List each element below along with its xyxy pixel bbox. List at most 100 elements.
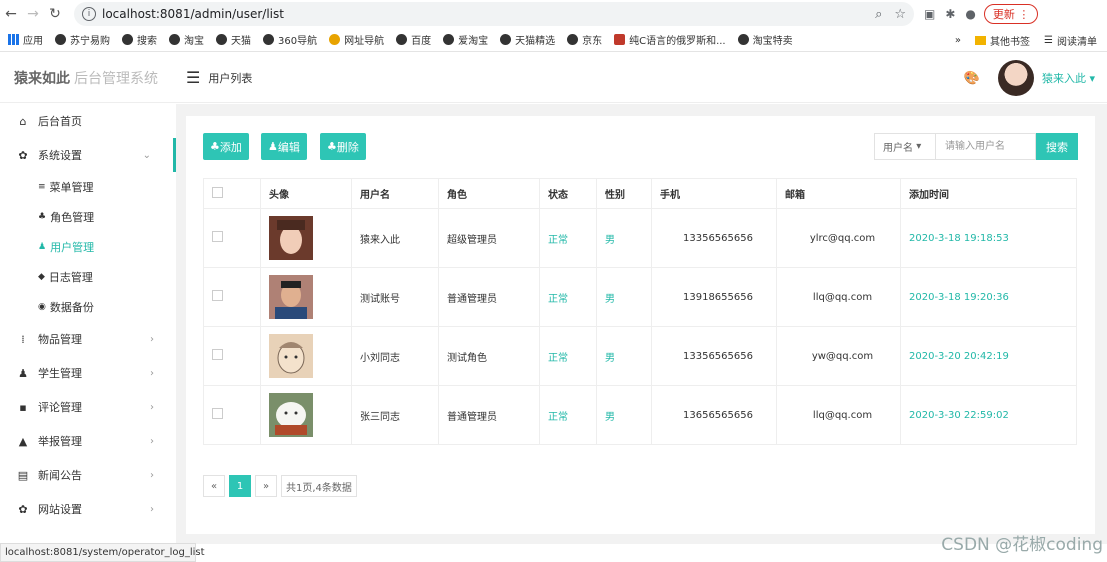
avatar-photo <box>269 275 313 319</box>
checkbox-cell <box>203 326 261 386</box>
select-all-checkbox[interactable] <box>212 186 223 198</box>
row-checkbox[interactable] <box>212 349 223 360</box>
checkbox-cell <box>203 385 261 445</box>
forward-icon[interactable]: → <box>22 6 44 22</box>
bookmark-item[interactable]: 百度 <box>396 32 431 47</box>
sidebar-item-goods[interactable]: ⁞ 物品管理 › <box>0 322 176 356</box>
bookmark-item[interactable]: 京东 <box>567 32 602 47</box>
checkbox-cell <box>203 267 261 327</box>
gender-cell: 男 <box>596 208 652 268</box>
table-row[interactable]: 小刘同志 测试角色 正常 男 13356565656 yw@qq.com 202… <box>203 326 1077 386</box>
sidebar-item-system[interactable]: ✿ 系统设置 ⌄ <box>0 138 176 172</box>
avatar[interactable] <box>997 60 1034 96</box>
avatar-photo <box>269 216 313 260</box>
info-icon[interactable]: i <box>82 7 96 21</box>
globe-icon <box>567 34 579 45</box>
more-bookmarks-button[interactable]: » <box>955 35 961 46</box>
globe-icon <box>443 34 455 45</box>
update-button[interactable]: 更新 ⋮ <box>983 4 1039 24</box>
database-icon: ◉ <box>38 302 46 312</box>
globe-icon <box>216 34 227 45</box>
search-field-select[interactable]: 用户名 ▾ <box>874 133 936 160</box>
row-checkbox[interactable] <box>212 231 223 242</box>
edit-button[interactable]: ♟ 编辑 <box>261 133 307 160</box>
tag-icon: ◆ <box>38 272 45 282</box>
bookmark-item[interactable]: 360导航 <box>263 32 317 47</box>
address-bar[interactable]: i localhost:8081/admin/user/list ⌕ ☆ <box>74 2 914 26</box>
cast-icon[interactable]: ▣ <box>924 7 935 21</box>
gear-icon: ✿ <box>18 148 28 162</box>
page-info: 共1页,4条数据 <box>281 475 357 497</box>
bookmark-item[interactable]: 淘宝特卖 <box>737 32 793 47</box>
home-icon: ⌂ <box>19 114 27 128</box>
bookmark-favicon-icon <box>614 34 626 45</box>
caret-down-icon: ▾ <box>916 141 922 152</box>
sidebar-subitem-menu[interactable]: ≡ 菜单管理 <box>0 172 176 202</box>
bookmark-item[interactable]: 天猫 <box>216 32 251 47</box>
row-checkbox[interactable] <box>212 408 223 419</box>
bookmark-item[interactable]: 爱淘宝 <box>443 32 488 47</box>
sidebar-item-news[interactable]: ▤ 新闻公告 › <box>0 458 176 492</box>
sidebar-item-site-settings[interactable]: ✿ 网站设置 › <box>0 492 176 526</box>
avatar-photo <box>269 393 313 437</box>
chevron-right-icon: › <box>150 435 154 447</box>
sidebar-subitem-role[interactable]: ♣ 角色管理 <box>0 202 176 232</box>
edit-user-icon: ♟ <box>268 140 278 153</box>
menu-toggle-icon[interactable]: ☰ <box>186 68 200 87</box>
sidebar-subitem-user[interactable]: ♟ 用户管理 <box>0 232 176 262</box>
sidebar-item-home[interactable]: ⌂ 后台首页 <box>0 104 176 138</box>
delete-button[interactable]: ♣ 删除 <box>320 133 366 160</box>
row-checkbox[interactable] <box>212 290 223 301</box>
reading-list[interactable]: ☰ 阅读清单 <box>1044 33 1097 48</box>
bookmarks-right: » 其他书签 ☰ 阅读清单 <box>955 28 1097 52</box>
user-menu[interactable]: 猿来入此 ▾ <box>1042 70 1095 86</box>
table-row[interactable]: 测试账号 普通管理员 正常 男 13918655656 llq@qq.com 2… <box>203 267 1077 327</box>
bookmark-apps[interactable]: 应用 <box>8 32 43 47</box>
globe-icon <box>396 34 408 45</box>
email-cell: llq@qq.com <box>776 385 901 445</box>
sidebar-item-comments[interactable]: ▪ 评论管理 › <box>0 390 176 424</box>
profile-icon[interactable]: ● <box>965 7 975 21</box>
bookmark-item[interactable]: 淘宝 <box>169 32 204 47</box>
add-button[interactable]: ♣ 添加 <box>203 133 249 160</box>
list-icon: ≡ <box>38 182 46 192</box>
puzzle-icon[interactable]: ✱ <box>945 7 955 21</box>
palette-icon[interactable]: 🎨 <box>964 71 980 86</box>
logo: 猿来如此 后台管理系统 <box>0 68 176 88</box>
current-page-button[interactable]: 1 <box>229 475 251 497</box>
reload-icon[interactable]: ↻ <box>44 6 66 22</box>
bookmark-item[interactable]: 网址导航 <box>329 32 384 47</box>
role-cell: 超级管理员 <box>438 208 540 268</box>
chevron-right-icon: › <box>150 333 154 345</box>
sidebar-subitem-log[interactable]: ◆ 日志管理 <box>0 262 176 292</box>
bookmark-item[interactable]: 搜索 <box>122 32 157 47</box>
added-time-cell: 2020-3-30 22:59:02 <box>900 385 1077 445</box>
next-page-button[interactable]: » <box>255 475 277 497</box>
folder-icon <box>975 35 987 45</box>
sidebar-item-reports[interactable]: ▲ 举报管理 › <box>0 424 176 458</box>
app-header: 猿来如此 后台管理系统 ☰ 用户列表 🎨 猿来入此 ▾ <box>0 53 1107 103</box>
other-bookmarks[interactable]: 其他书签 <box>975 33 1030 48</box>
sidebar-subitem-backup[interactable]: ◉ 数据备份 <box>0 292 176 322</box>
comment-icon: ▪ <box>19 400 27 414</box>
table-row[interactable]: 猿来入此 超级管理员 正常 男 13356565656 ylrc@qq.com … <box>203 208 1077 268</box>
prev-page-button[interactable]: « <box>203 475 225 497</box>
bookmark-item[interactable]: 纯C语言的俄罗斯和... <box>614 32 726 47</box>
search-button[interactable]: 搜索 <box>1036 133 1078 160</box>
username-cell: 小刘同志 <box>351 326 439 386</box>
user-table: 头像 用户名 角色 状态 性别 手机 邮箱 添加时间 猿来入此 超级管理员 正常 <box>203 178 1077 445</box>
globe-icon <box>55 34 66 45</box>
search-input[interactable] <box>935 133 1036 160</box>
phone-cell: 13356565656 <box>651 208 777 268</box>
back-icon[interactable]: ← <box>0 6 22 22</box>
status-bar-url: localhost:8081/system/operator_log_list <box>0 543 205 562</box>
username-cell: 测试账号 <box>351 267 439 327</box>
sidebar-item-students[interactable]: ♟ 学生管理 › <box>0 356 176 390</box>
star-icon[interactable]: ☆ <box>894 7 906 22</box>
zoom-icon[interactable]: ⌕ <box>875 7 882 22</box>
bookmark-item[interactable]: 天猫精选 <box>500 32 555 47</box>
username-cell: 猿来入此 <box>351 208 439 268</box>
column-header: 添加时间 <box>900 178 1077 209</box>
bookmark-item[interactable]: 苏宁易购 <box>55 32 110 47</box>
table-row[interactable]: 张三同志 普通管理员 正常 男 13656565656 llq@qq.com 2… <box>203 385 1077 445</box>
